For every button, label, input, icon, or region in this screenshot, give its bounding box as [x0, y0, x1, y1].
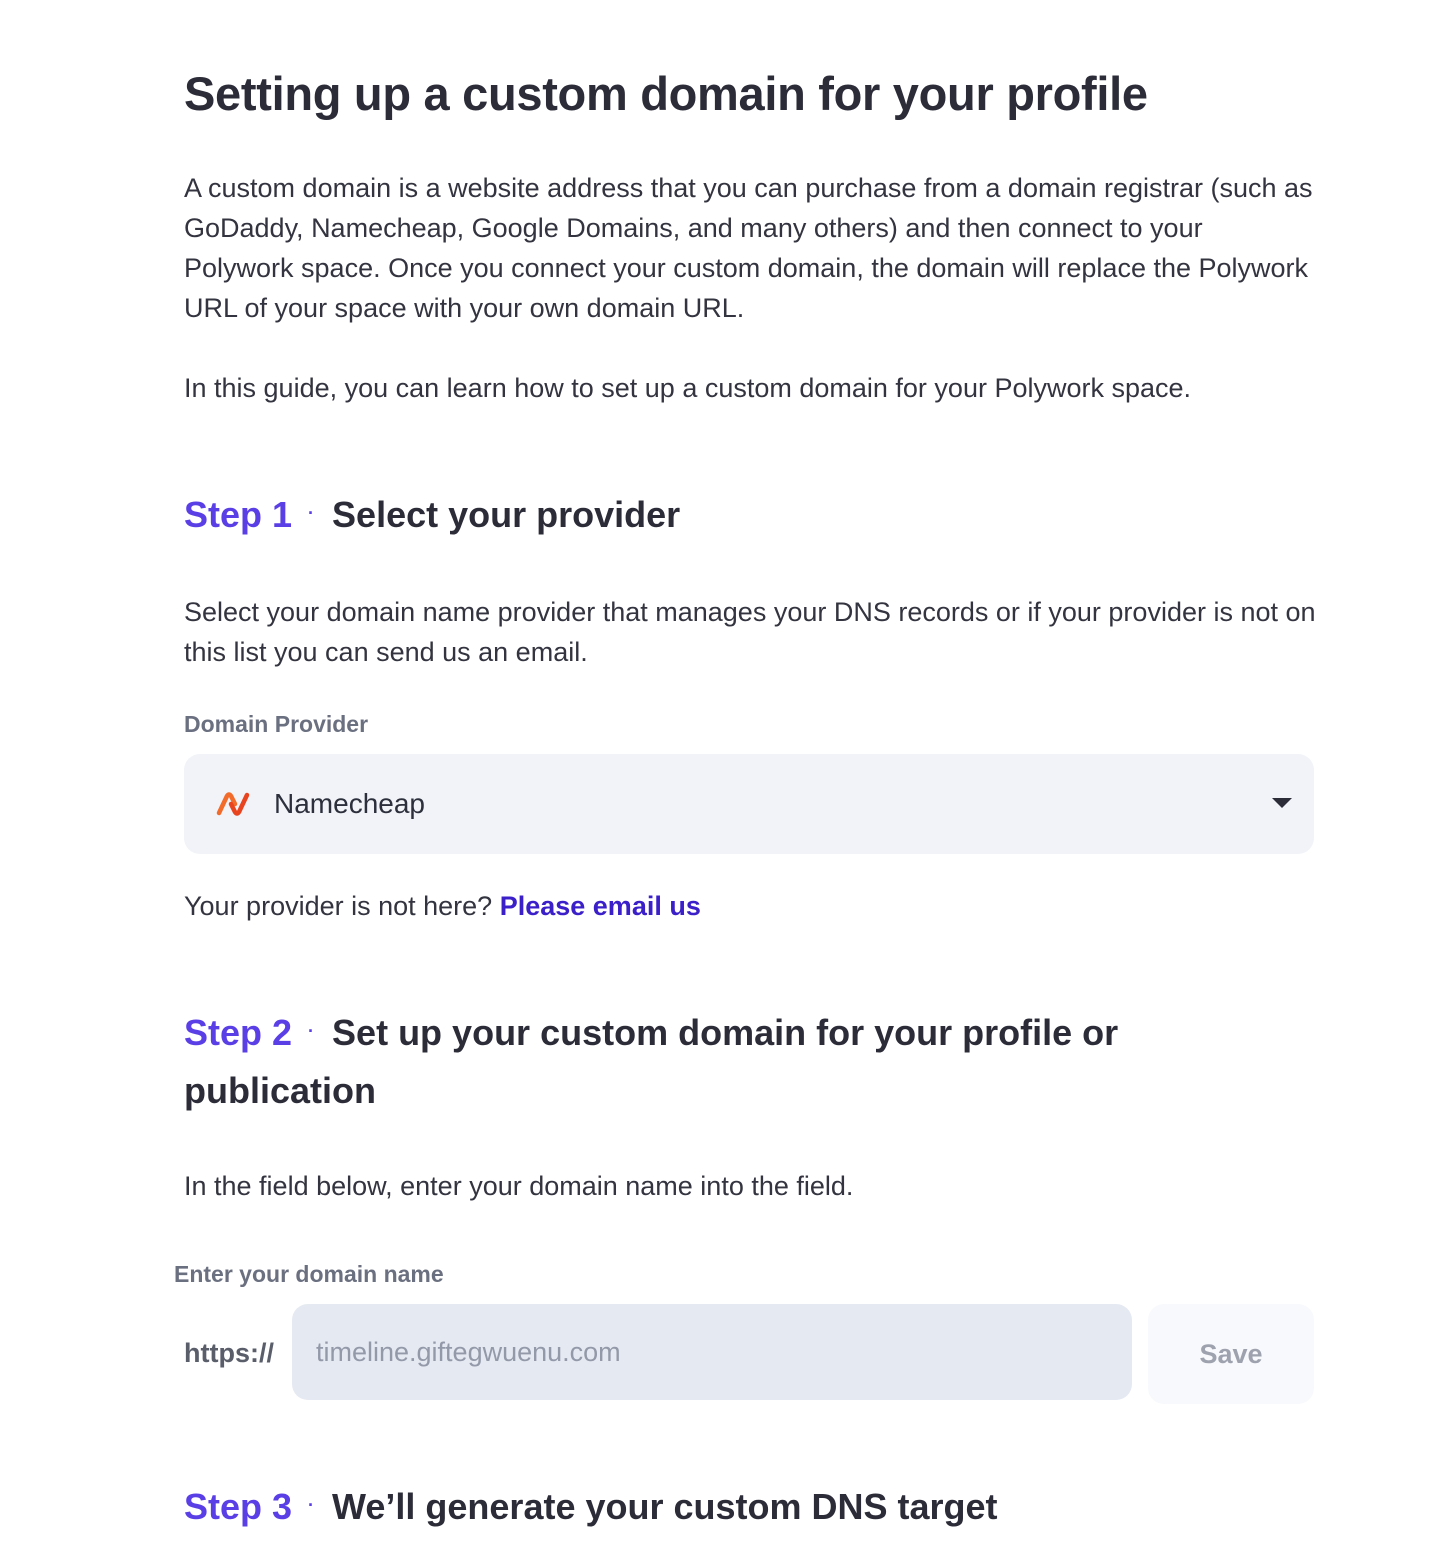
step1-title: Select your provider	[332, 494, 681, 535]
step2-title: Set up your custom domain for your profi…	[184, 1012, 1119, 1112]
step3-number: Step 3	[184, 1486, 293, 1527]
step2-heading: Step 2 · Set up your custom domain for you…	[184, 1005, 1194, 1119]
step2-separator: ·	[308, 1021, 315, 1042]
provider-not-listed-text: Your provider is not here? Please email …	[184, 886, 701, 926]
step3-heading: Step 3 · We’ll generate your custom DNS ta…	[184, 1479, 1184, 1537]
domain-name-input[interactable]	[292, 1304, 1132, 1400]
save-button[interactable]: Save	[1148, 1304, 1314, 1404]
step1-number: Step 1	[184, 494, 293, 535]
intro-paragraph: A custom domain is a website address tha…	[184, 173, 1313, 323]
step3-separator: ·	[308, 1495, 315, 1516]
step2-number: Step 2	[184, 1012, 293, 1053]
step1-heading: Step 1 · Select your provider	[184, 487, 1184, 545]
url-prefix: https://	[184, 1338, 274, 1368]
email-us-link[interactable]: Please email us	[500, 891, 701, 921]
selected-provider: Namecheap	[274, 788, 425, 819]
provider-not-listed-label: Your provider is not here?	[184, 891, 493, 921]
step1-description: Select your domain name provider that ma…	[184, 597, 1316, 667]
step3-title: We’ll generate your custom DNS target	[332, 1486, 998, 1527]
guide-paragraph: In this guide, you can learn how to set …	[184, 373, 1192, 403]
namecheap-logo-icon	[216, 792, 250, 816]
page-title: Setting up a custom domain for your prof…	[184, 67, 1148, 120]
chevron-down-icon[interactable]	[1272, 798, 1292, 808]
step1-separator: ·	[308, 503, 315, 524]
domain-provider-label: Domain Provider	[184, 711, 369, 737]
domain-provider-select[interactable]: Namecheap	[184, 754, 1314, 854]
domain-name-label: Enter your domain name	[174, 1261, 444, 1287]
step2-description: In the field below, enter your domain na…	[184, 1171, 854, 1201]
